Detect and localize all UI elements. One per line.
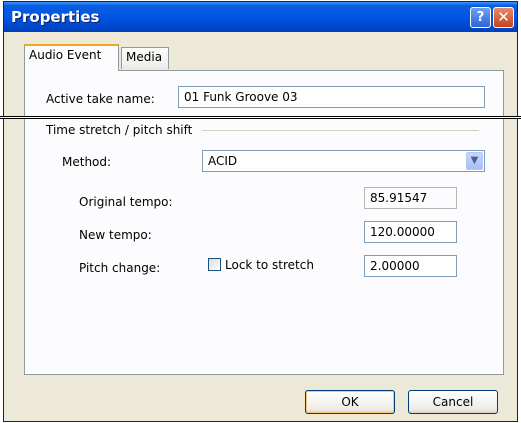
close-button[interactable]: ✕ — [493, 7, 514, 28]
pitch-change-input[interactable]: 2.00000 — [364, 255, 457, 277]
method-label: Method: — [62, 155, 112, 169]
help-button[interactable]: ? — [470, 7, 491, 28]
lock-to-stretch-checkbox[interactable] — [208, 258, 221, 271]
close-icon: ✕ — [497, 8, 510, 26]
ok-button[interactable]: OK — [305, 390, 395, 414]
cancel-button[interactable]: Cancel — [408, 390, 498, 414]
window-title: Properties — [11, 8, 100, 26]
active-take-label: Active take name: — [46, 92, 155, 106]
method-select[interactable]: ACID ▼ — [202, 150, 485, 172]
active-take-name-input[interactable]: 01 Funk Groove 03 — [178, 86, 485, 108]
new-tempo-input[interactable]: 120.00000 — [364, 221, 457, 243]
new-tempo-label: New tempo: — [79, 228, 152, 242]
group-title: Time stretch / pitch shift — [46, 123, 193, 137]
help-icon: ? — [476, 10, 485, 25]
chevron-down-icon[interactable]: ▼ — [466, 152, 483, 170]
tab-audio-event[interactable]: Audio Event — [24, 44, 119, 71]
tab-media[interactable]: Media — [121, 47, 169, 69]
original-tempo-label: Original tempo: — [79, 195, 173, 209]
lock-to-stretch-label[interactable]: Lock to stretch — [225, 258, 314, 272]
method-value: ACID — [208, 154, 238, 168]
divider-line — [0, 116, 521, 119]
title-bar[interactable]: Properties ? ✕ — [4, 2, 517, 32]
original-tempo-field: 85.91547 — [364, 187, 457, 209]
group-rule — [202, 130, 479, 131]
pitch-change-label: Pitch change: — [79, 261, 161, 275]
